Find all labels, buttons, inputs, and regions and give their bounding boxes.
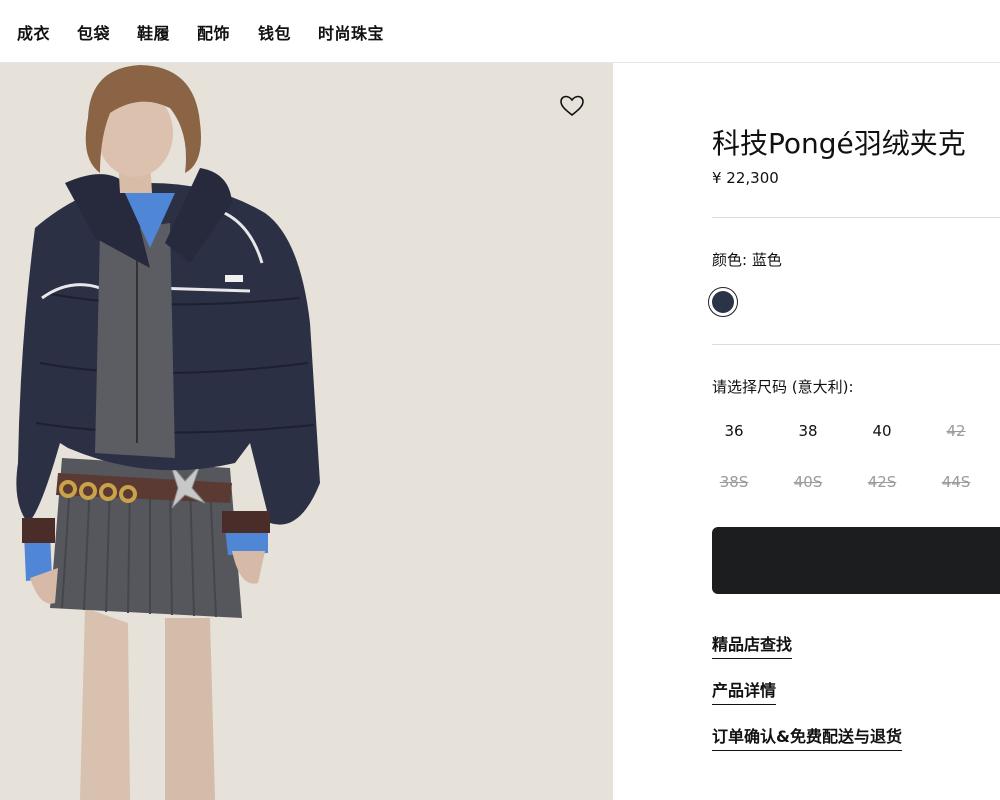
product-title: 科技Pongé羽绒夹克 (712, 127, 966, 160)
size-option-38[interactable]: 38 (783, 422, 833, 440)
size-option-42s-unavailable[interactable]: 42S (857, 473, 907, 491)
size-option-38s-unavailable[interactable]: 38S (709, 473, 759, 491)
heart-icon[interactable] (559, 94, 585, 118)
top-navigation: 成衣 包袋 鞋履 配饰 钱包 时尚珠宝 (0, 0, 1000, 63)
shipping-returns-link[interactable]: 订单确认&免费配送与退货 (712, 723, 902, 751)
nav-item-jewelry[interactable]: 时尚珠宝 (318, 20, 384, 44)
color-swatch-blue[interactable] (708, 287, 738, 317)
product-price: ¥ 22,300 (712, 169, 779, 187)
nav-item-ready-to-wear[interactable]: 成衣 (17, 20, 50, 44)
size-option-44s-unavailable[interactable]: 44S (931, 473, 981, 491)
divider (712, 217, 1000, 218)
model-illustration (16, 65, 320, 800)
size-option-36[interactable]: 36 (709, 422, 759, 440)
nav-item-bags[interactable]: 包袋 (77, 20, 110, 44)
size-option-42-unavailable[interactable]: 42 (931, 422, 981, 440)
store-finder-link[interactable]: 精品店查找 (712, 631, 793, 659)
nav-item-shoes[interactable]: 鞋履 (137, 20, 170, 44)
color-label: 颜色: 蓝色 (712, 251, 782, 269)
size-option-40[interactable]: 40 (857, 422, 907, 440)
size-label: 请选择尺码 (意大利): (712, 378, 854, 396)
add-to-cart-button[interactable] (712, 527, 1000, 594)
product-details-link[interactable]: 产品详情 (712, 677, 777, 705)
nav-item-accessories[interactable]: 配饰 (197, 20, 230, 44)
nav-item-wallets[interactable]: 钱包 (258, 20, 291, 44)
color-swatch-fill (712, 291, 734, 313)
product-image[interactable] (0, 63, 613, 800)
divider (712, 344, 1000, 345)
size-option-40s-unavailable[interactable]: 40S (783, 473, 833, 491)
